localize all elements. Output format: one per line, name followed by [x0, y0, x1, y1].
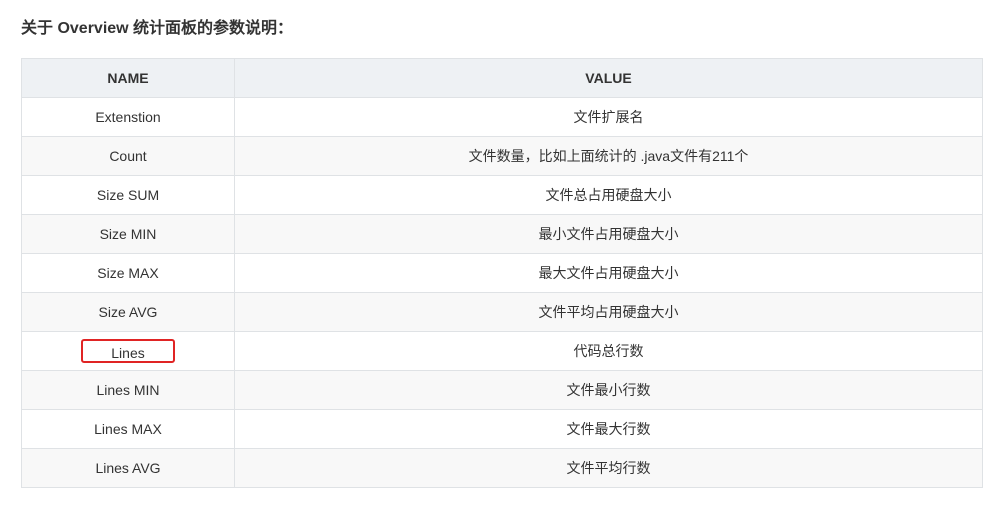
table-row: Lines MAX 文件最大行数 [21, 409, 983, 449]
table-row: Size MAX 最大文件占用硬盘大小 [21, 253, 983, 293]
param-name: Lines MAX [21, 409, 235, 449]
table-row: Count 文件数量，比如上面统计的 .java文件有211个 [21, 136, 983, 176]
param-name: Size MAX [21, 253, 235, 293]
param-value: 最小文件占用硬盘大小 [234, 214, 983, 254]
param-value: 文件最大行数 [234, 409, 983, 449]
param-name: Size SUM [21, 175, 235, 215]
column-header-name: NAME [21, 58, 235, 98]
param-name: Size AVG [21, 292, 235, 332]
table-row: Size MIN 最小文件占用硬盘大小 [21, 214, 983, 254]
column-header-value: VALUE [234, 58, 983, 98]
param-name: Count [21, 136, 235, 176]
param-value: 文件数量，比如上面统计的 .java文件有211个 [234, 136, 983, 176]
param-name: Lines AVG [21, 448, 235, 488]
parameters-table: NAME VALUE Extenstion 文件扩展名 Count 文件数量，比… [21, 58, 983, 488]
table-row: Extenstion 文件扩展名 [21, 97, 983, 137]
highlight-annotation-box: Lines [81, 339, 175, 363]
param-value: 最大文件占用硬盘大小 [234, 253, 983, 293]
param-value: 文件平均行数 [234, 448, 983, 488]
section-heading: 关于 Overview 统计面板的参数说明： [21, 20, 294, 37]
param-name: Extenstion [21, 97, 235, 137]
param-name: Size MIN [21, 214, 235, 254]
table-row: Lines AVG 文件平均行数 [21, 448, 983, 488]
table-header-row: NAME VALUE [21, 58, 983, 98]
param-value: 文件最小行数 [234, 370, 983, 410]
param-value: 文件扩展名 [234, 97, 983, 137]
param-value: 代码总行数 [234, 331, 983, 371]
param-value: 文件平均占用硬盘大小 [234, 292, 983, 332]
table-row: Lines MIN 文件最小行数 [21, 370, 983, 410]
param-name: Lines MIN [21, 370, 235, 410]
table-row-highlighted: Lines 代码总行数 [21, 331, 983, 371]
table-row: Size SUM 文件总占用硬盘大小 [21, 175, 983, 215]
table-row: Size AVG 文件平均占用硬盘大小 [21, 292, 983, 332]
param-value: 文件总占用硬盘大小 [234, 175, 983, 215]
param-name-highlighted-cell: Lines [21, 331, 235, 371]
